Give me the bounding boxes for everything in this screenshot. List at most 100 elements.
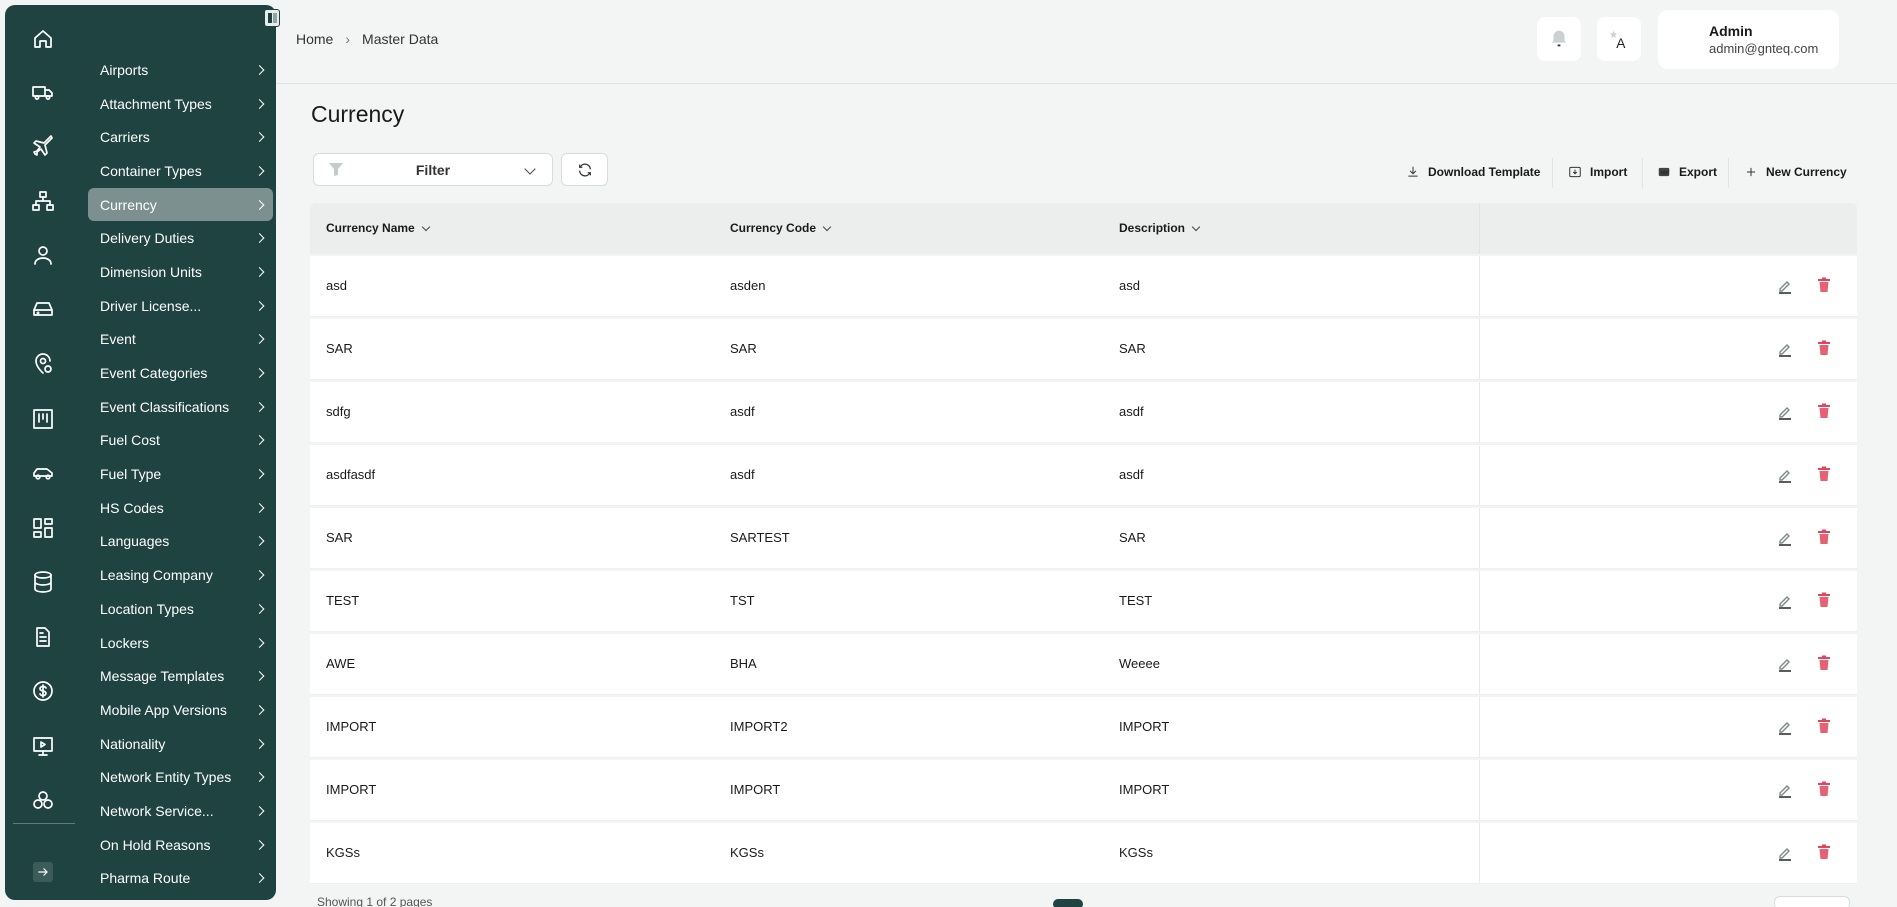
database-icon[interactable] (29, 568, 57, 596)
table-row[interactable]: TEST TST TEST (310, 571, 1857, 632)
sidebar-item-delivery-duties[interactable]: Delivery Duties (88, 221, 273, 255)
car-icon[interactable] (29, 459, 57, 487)
edit-icon[interactable] (1777, 656, 1793, 672)
delete-icon[interactable] (1817, 718, 1831, 734)
column-currency-code[interactable]: Currency Code (730, 221, 832, 235)
sidebar-item-container-types[interactable]: Container Types (88, 154, 273, 188)
sidebar-item-leasing-company[interactable]: Leasing Company (88, 558, 273, 592)
cell-currency-name: IMPORT (326, 719, 377, 734)
sidebar-item-pharma-route[interactable]: Pharma Route (88, 862, 273, 896)
edit-icon[interactable] (1777, 278, 1793, 294)
export-button[interactable]: CSV Export (1657, 165, 1717, 179)
chevron-right-icon (254, 233, 265, 244)
import-button[interactable]: Import (1568, 165, 1627, 179)
edit-icon[interactable] (1777, 845, 1793, 861)
sidebar-item-languages[interactable]: Languages (88, 525, 273, 559)
refresh-button[interactable] (561, 153, 608, 186)
column-divider (1479, 256, 1480, 316)
delete-icon[interactable] (1817, 592, 1831, 608)
table-row[interactable]: asd asden asd (310, 256, 1857, 317)
cell-currency-name: KGSs (326, 845, 360, 860)
sidebar-item-event[interactable]: Event (88, 323, 273, 357)
hub-icon[interactable] (29, 787, 57, 815)
sidebar-item-event-categories[interactable]: Event Categories (88, 356, 273, 390)
delete-icon[interactable] (1817, 529, 1831, 545)
document-icon[interactable] (29, 623, 57, 651)
edit-icon[interactable] (1777, 341, 1793, 357)
sidebar-item-network-entity-types[interactable]: Network Entity Types (88, 760, 273, 794)
table-row[interactable]: IMPORT IMPORT IMPORT (310, 760, 1857, 821)
cell-description: KGSs (1119, 845, 1153, 860)
cell-currency-code: BHA (730, 656, 757, 671)
sidebar-item-message-templates[interactable]: Message Templates (88, 659, 273, 693)
new-currency-button[interactable]: New Currency (1744, 165, 1847, 179)
edit-icon[interactable] (1777, 467, 1793, 483)
rail-divider (13, 823, 75, 824)
sidebar-item-airports[interactable]: Airports (88, 53, 273, 87)
download-icon (1408, 166, 1418, 177)
table-row[interactable]: IMPORT IMPORT2 IMPORT (310, 697, 1857, 758)
dollar-icon[interactable] (29, 677, 57, 705)
language-button[interactable]: A (1597, 17, 1641, 61)
dashboard-grid-icon[interactable] (29, 514, 57, 542)
edit-icon[interactable] (1777, 782, 1793, 798)
sidebar-collapse-icon[interactable] (264, 9, 280, 27)
logout-icon[interactable] (33, 862, 53, 882)
delete-icon[interactable] (1817, 340, 1831, 356)
sidebar-item-currency[interactable]: Currency (88, 187, 273, 222)
delete-icon[interactable] (1817, 277, 1831, 293)
cell-currency-name: IMPORT (326, 782, 377, 797)
airplane-icon[interactable] (29, 132, 57, 160)
delete-icon[interactable] (1817, 844, 1831, 860)
sidebar-item-network-service[interactable]: Network Service... (88, 794, 273, 828)
location-settings-icon[interactable] (29, 350, 57, 378)
sidebar-item-dimension-units[interactable]: Dimension Units (88, 255, 273, 289)
sidebar-item-on-hold-reasons[interactable]: On Hold Reasons (88, 828, 273, 862)
edit-icon[interactable] (1777, 719, 1793, 735)
sidebar-item-location-types[interactable]: Location Types (88, 592, 273, 626)
page-size-select[interactable] (1774, 896, 1850, 907)
sidebar-item-label: Carriers (100, 129, 150, 146)
column-currency-name[interactable]: Currency Name (326, 221, 430, 235)
edit-icon[interactable] (1777, 404, 1793, 420)
home-icon[interactable] (29, 25, 57, 53)
sidebar-item-lockers[interactable]: Lockers (88, 626, 273, 660)
sidebar-item-label: Fuel Cost (100, 432, 160, 449)
truck-icon[interactable] (29, 78, 57, 106)
table-row[interactable]: sdfg asdf asdf (310, 382, 1857, 443)
sidebar-item-driver-license[interactable]: Driver License... (88, 289, 273, 323)
sidebar-item-nationality[interactable]: Nationality (88, 727, 273, 761)
user-profile-card[interactable]: Admin admin@gnteq.com (1658, 10, 1839, 69)
edit-icon[interactable] (1777, 593, 1793, 609)
network-icon[interactable] (29, 187, 57, 215)
delete-icon[interactable] (1817, 781, 1831, 797)
table-row[interactable]: KGSs KGSs KGSs (310, 823, 1857, 884)
plus-icon (1746, 167, 1756, 177)
edit-icon[interactable] (1777, 530, 1793, 546)
breadcrumb-home[interactable]: Home (296, 31, 333, 47)
table-row[interactable]: SAR SAR SAR (310, 319, 1857, 380)
current-page-button[interactable] (1053, 899, 1083, 907)
sidebar-item-mobile-app-versions[interactable]: Mobile App Versions (88, 693, 273, 727)
delete-icon[interactable] (1817, 466, 1831, 482)
sidebar-item-hs-codes[interactable]: HS Codes (88, 491, 273, 525)
download-template-button[interactable]: Download Template (1406, 165, 1540, 179)
chevron-right-icon (254, 873, 265, 884)
sidebar-item-fuel-cost[interactable]: Fuel Cost (88, 424, 273, 458)
user-icon[interactable] (29, 241, 57, 269)
column-description[interactable]: Description (1119, 221, 1201, 235)
delete-icon[interactable] (1817, 403, 1831, 419)
sidebar-item-event-classifications[interactable]: Event Classifications (88, 390, 273, 424)
sidebar-item-fuel-type[interactable]: Fuel Type (88, 457, 273, 491)
notifications-button[interactable] (1537, 17, 1581, 61)
hard-drive-icon[interactable] (29, 295, 57, 323)
table-row[interactable]: asdfasdf asdf asdf (310, 445, 1857, 506)
sidebar-item-attachment-types[interactable]: Attachment Types (88, 87, 273, 121)
kanban-board-icon[interactable] (29, 405, 57, 433)
monitor-icon[interactable] (29, 732, 57, 760)
table-row[interactable]: SAR SARTEST SAR (310, 508, 1857, 569)
sidebar-item-carriers[interactable]: Carriers (88, 120, 273, 154)
filter-dropdown[interactable]: Filter (313, 153, 553, 186)
table-row[interactable]: AWE BHA Weeee (310, 634, 1857, 695)
delete-icon[interactable] (1817, 655, 1831, 671)
